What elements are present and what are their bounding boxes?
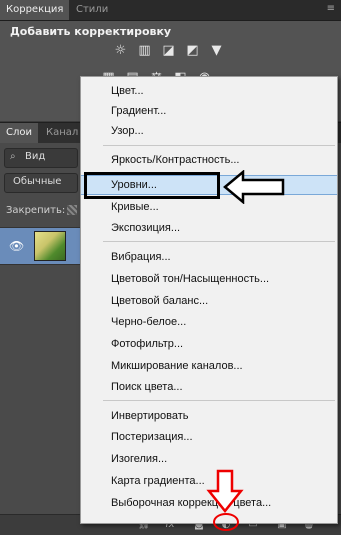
menu-item[interactable]: Экспозиция... — [81, 218, 337, 238]
panel-menu-icon[interactable]: ≡ — [327, 3, 335, 14]
menu-item-label: Яркость/Контрастность... — [111, 154, 240, 166]
highlight-box — [84, 172, 220, 199]
menu-item[interactable]: Кривые... — [81, 197, 337, 217]
menu-item-label: Карта градиента... — [111, 475, 205, 487]
tab-channels[interactable]: Канал — [40, 123, 84, 143]
left-arrow-annotation — [223, 170, 285, 204]
menu-item-label: Цветовой баланс... — [111, 295, 209, 307]
menu-item[interactable]: Цветовой баланс... — [81, 291, 337, 311]
menu-item-label: Кривые... — [111, 201, 159, 213]
levels-icon[interactable]: ▥ — [136, 43, 153, 58]
brightness-icon[interactable]: ☼ — [112, 43, 129, 58]
menu-item[interactable]: Яркость/Контрастность... — [81, 150, 337, 170]
menu-item[interactable]: Микширование каналов... — [81, 356, 337, 376]
menu-item-label: Поиск цвета... — [111, 381, 183, 393]
tab-styles[interactable]: Стили — [70, 0, 114, 20]
lock-transparency-icon[interactable] — [67, 205, 77, 215]
menu-separator — [103, 241, 335, 242]
menu-item-label: Градиент... — [111, 105, 167, 117]
search-placeholder: Вид — [25, 151, 46, 162]
menu-item-label: Микширование каналов... — [111, 360, 243, 372]
menu-item-label: Цветовой тон/Насыщенность... — [111, 273, 270, 285]
menu-item[interactable]: Вибрация... — [81, 247, 337, 267]
menu-item-label: Инвертировать — [111, 410, 189, 422]
panel-title: Добавить корректировку — [10, 25, 172, 38]
menu-item[interactable]: Изогелия... — [81, 449, 337, 469]
menu-item[interactable]: Фотофильтр... — [81, 334, 337, 354]
blend-mode-select[interactable]: Обычные — [4, 173, 78, 193]
menu-item[interactable]: Градиент... — [81, 101, 337, 121]
menu-separator — [103, 145, 335, 146]
menu-separator — [103, 400, 335, 401]
layer-thumbnail — [34, 231, 66, 261]
menu-item-label: Экспозиция... — [111, 222, 181, 234]
menu-item[interactable]: Узор... — [81, 121, 337, 141]
curves-icon[interactable]: ◪ — [160, 43, 177, 58]
lock-label: Закрепить: — [6, 205, 66, 216]
menu-item-label: Фотофильтр... — [111, 338, 184, 350]
menu-item[interactable]: Инвертировать — [81, 406, 337, 426]
menu-item-label: Цвет... — [111, 85, 144, 97]
menu-item-label: Вибрация... — [111, 251, 171, 263]
circle-annotation — [213, 513, 239, 531]
menu-item-label: Черно-белое... — [111, 316, 187, 328]
adjustment-menu: Цвет... Градиент... Узор... Яркость/Контрас… — [80, 76, 338, 524]
blend-mode-value: Обычные — [13, 176, 62, 187]
top-tab-bar: Коррекция Стили ≡ — [0, 0, 341, 21]
down-arrow-annotation — [206, 469, 244, 513]
exposure-icon[interactable]: ◩ — [184, 43, 201, 58]
menu-item[interactable]: Цвет... — [81, 81, 337, 101]
tab-layers[interactable]: Слои — [0, 123, 38, 143]
menu-item[interactable]: Постеризация... — [81, 427, 337, 447]
menu-item-label: Постеризация... — [111, 431, 193, 443]
layer-row[interactable]: 👁 — [0, 227, 80, 265]
layer-filter-search[interactable]: ⌕ Вид — [4, 148, 78, 168]
tab-correction[interactable]: Коррекция — [0, 0, 70, 20]
search-icon: ⌕ — [10, 151, 16, 162]
menu-item[interactable]: Поиск цвета... — [81, 377, 337, 397]
menu-item[interactable]: Цветовой тон/Насыщенность... — [81, 269, 337, 289]
gradient-triangle-icon[interactable]: ▼ — [208, 43, 225, 58]
menu-item[interactable]: Черно-белое... — [81, 312, 337, 332]
menu-item-label: Выборочная коррекция цвета... — [111, 497, 272, 509]
menu-item-label: Изогелия... — [111, 453, 168, 465]
menu-item-label: Узор... — [111, 125, 144, 137]
eye-icon[interactable]: 👁 — [9, 239, 24, 253]
